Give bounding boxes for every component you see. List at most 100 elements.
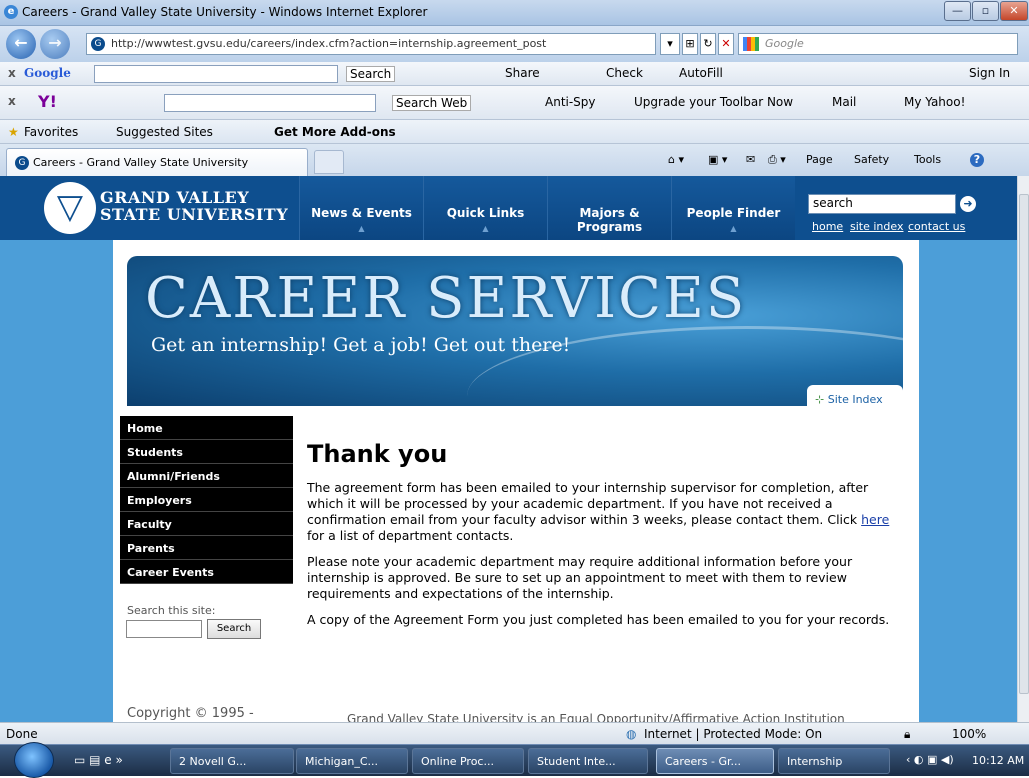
page-menu[interactable]: Page [806,153,833,166]
site-search-input[interactable]: search [808,194,956,214]
stop-icon[interactable]: ✕ [718,33,734,55]
favorites-button[interactable]: Favorites [24,125,78,139]
gvsu-header: ▽ GRAND VALLEY STATE UNIVERSITY News & E… [0,176,1017,247]
print-icon[interactable]: ⎙ ▾ [768,153,786,167]
sidenav-item-home[interactable]: Home [120,416,293,440]
upgrade-toolbar-link[interactable]: Upgrade your Toolbar Now [634,95,793,109]
tools-menu[interactable]: Tools [914,153,941,166]
gvsu-favicon-icon: G [15,156,29,170]
nav-quick-links[interactable]: Quick Links ▲ [423,176,547,240]
maximize-button[interactable]: ▫ [972,1,999,21]
google-toolbar: x Google Search Share Check AutoFill Sig… [0,62,1029,86]
eeo-statement: Grand Valley State University is an Equa… [347,712,845,722]
gvsu-favicon-icon: G [91,37,105,51]
banner-tagline: Get an internship! Get a job! Get out th… [151,334,571,356]
taskbar: ▭ ▤ e » 2 Novell G... Michigan_C... Onli… [0,742,1029,778]
home-icon[interactable]: ⌂ ▾ [668,153,684,166]
forward-button[interactable]: → [40,29,70,59]
address-bar-row: ← → G http://wwwtest.gvsu.edu/careers/in… [0,26,1029,62]
sidenav-item-alumni-friends[interactable]: Alumni/Friends [120,464,293,488]
yahoo-search-input[interactable] [164,94,376,112]
sign-in-link[interactable]: Sign In [969,66,1010,80]
tray-icons[interactable]: ‹ ◐ ▣ ◀︎) [906,753,954,766]
nav-news-events[interactable]: News & Events ▲ [299,176,423,240]
close-toolbar-icon[interactable]: x [8,66,16,80]
share-button[interactable]: Share [505,66,540,80]
sidenav-item-faculty[interactable]: Faculty [120,512,293,536]
address-url: http://wwwtest.gvsu.edu/careers/index.cf… [111,37,547,50]
nav-label: Quick Links [446,206,525,220]
paragraph-text: The agreement form has been emailed to y… [307,480,869,527]
tab-label: Careers - Grand Valley State University [33,156,249,169]
address-dropdown-icon[interactable]: ▾ [660,33,680,55]
taskbar-item-careers[interactable]: Careers - Gr... [656,748,774,774]
google-search-button[interactable]: Search [346,66,396,82]
my-yahoo-button[interactable]: My Yahoo! [904,95,965,109]
security-zone[interactable]: Internet | Protected Mode: On [644,727,822,741]
check-button[interactable]: Check [606,66,643,80]
status-text: Done [6,727,38,741]
nav-majors-programs[interactable]: Majors & Programs▲ [547,176,671,247]
refresh-icon[interactable]: ↻ [700,33,716,55]
sidenav-item-parents[interactable]: Parents [120,536,293,560]
close-button[interactable]: ✕ [1000,1,1028,21]
compatibility-icon[interactable]: ⊞ [682,33,698,55]
feeds-icon[interactable]: ▣ ▾ [708,153,727,166]
nav-label: News & Events [311,206,412,220]
home-link[interactable]: home [812,220,843,233]
status-bar: Done ◍ Internet | Protected Mode: On 🔒︎ … [0,722,1029,744]
taskbar-item-student-inte[interactable]: Student Inte... [528,748,648,774]
paragraph-department-note: Please note your academic department may… [307,554,853,601]
sidenav-item-career-events[interactable]: Career Events [120,560,293,584]
department-contacts-link[interactable]: here [861,512,889,527]
google-logo-icon [743,37,759,51]
sidebar-search-input[interactable] [126,620,202,638]
globe-icon: ◍ [626,727,637,741]
get-more-addons-link[interactable]: Get More Add-ons [274,125,396,139]
search-go-icon[interactable]: ➜ [960,196,976,212]
lock-icon: 🔒︎ [904,727,911,741]
autofill-button[interactable]: AutoFill [679,66,723,80]
gvsu-logo-text[interactable]: GRAND VALLEY STATE UNIVERSITY [100,189,288,223]
anti-spy-button[interactable]: Anti-Spy [545,95,596,109]
minimize-button[interactable]: — [944,1,971,21]
zoom-level[interactable]: 100% [952,727,986,741]
web-content: ▽ GRAND VALLEY STATE UNIVERSITY News & E… [0,176,1017,722]
search-web-button[interactable]: Search Web [392,95,472,111]
search-box[interactable]: Google [738,33,1018,55]
taskbar-item-michigan[interactable]: Michigan_C... [296,748,408,774]
scrollbar-thumb[interactable] [1019,194,1029,694]
help-icon[interactable]: ? [970,153,984,167]
start-button[interactable] [14,742,54,778]
close-toolbar-icon[interactable]: x [8,94,16,108]
taskbar-item-online-proc[interactable]: Online Proc... [412,748,524,774]
nav-label: People Finder [686,206,781,220]
gvsu-logo-icon[interactable]: ▽ [44,182,96,234]
new-tab-button[interactable] [314,150,344,174]
sidenav-item-employers[interactable]: Employers [120,488,293,512]
contact-us-link[interactable]: contact us [908,220,965,233]
mail-button[interactable]: Mail [832,95,856,109]
copyright-text: Copyright © 1995 - [127,706,254,721]
sidebar-search-button[interactable]: Search [207,619,261,639]
ie-logo-icon: e [4,5,18,19]
vertical-scrollbar[interactable] [1017,176,1029,722]
logo-line-1: GRAND VALLEY [100,188,250,207]
nav-people-finder[interactable]: People Finder ▲ [671,176,795,240]
back-button[interactable]: ← [6,29,36,59]
taskbar-item-internship[interactable]: Internship [778,748,890,774]
clock[interactable]: 10:12 AM [972,754,1024,767]
tab-careers[interactable]: G Careers - Grand Valley State Universit… [6,148,308,176]
site-index-tab[interactable]: ⊹ Site Index [807,385,903,412]
nav-label: Majors & Programs [576,206,643,234]
quick-launch-icons[interactable]: ▭ ▤ e » [74,753,123,767]
sidenav-item-students[interactable]: Students [120,440,293,464]
address-input[interactable]: G http://wwwtest.gvsu.edu/careers/index.… [86,33,656,55]
mail-icon[interactable]: ✉ [746,153,755,166]
safety-menu[interactable]: Safety [854,153,889,166]
suggested-sites-link[interactable]: Suggested Sites [116,125,213,139]
site-index-link[interactable]: site index [850,220,903,233]
google-toolbar-input[interactable] [94,65,338,83]
site-index-label: Site Index [827,393,883,406]
taskbar-item-novell[interactable]: 2 Novell G... [170,748,294,774]
